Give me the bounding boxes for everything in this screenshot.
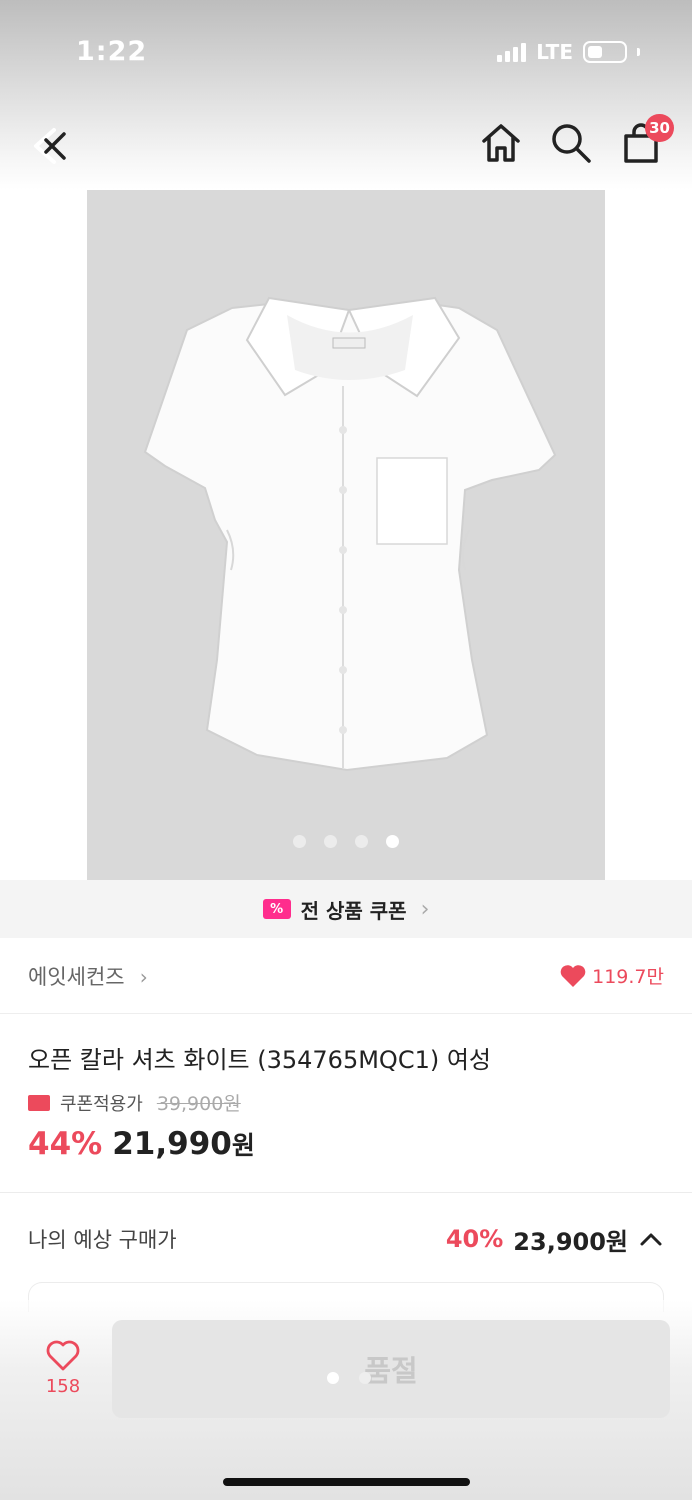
estimate-value: 40% 23,900원: [446, 1222, 664, 1257]
search-button[interactable]: [550, 122, 592, 164]
chevron-right-icon: ›: [139, 964, 148, 989]
signal-icon: [497, 42, 527, 62]
chevron-up-icon[interactable]: [638, 1226, 664, 1252]
heart-filled-icon: [560, 964, 586, 987]
back-icon: [34, 128, 66, 164]
cart-button[interactable]: 30: [620, 114, 674, 164]
discount-rate: 44%: [28, 1126, 103, 1162]
coupon-price-row: 쿠폰적용가 39,900원: [28, 1089, 668, 1116]
pagination-dot[interactable]: [355, 835, 368, 848]
sale-row: 44% 21,990원: [28, 1126, 668, 1162]
status-bar: 1:22 LTE: [0, 30, 692, 74]
nav-bar: 30: [0, 112, 692, 182]
final-price-unit: 원: [231, 1131, 255, 1160]
search-icon: [552, 124, 591, 163]
home-indicator[interactable]: [223, 1478, 470, 1486]
brand-like-button[interactable]: 119.7만: [560, 962, 664, 989]
bottom-action-bar: 158 품절: [0, 1300, 692, 1500]
divider: [0, 1192, 692, 1193]
original-price: 39,900원: [156, 1093, 241, 1115]
brand-like-count: 119.7만: [592, 966, 664, 988]
pagination-dot[interactable]: [386, 835, 399, 848]
final-price: 21,990원: [112, 1126, 255, 1162]
pagination-dot[interactable]: [293, 835, 306, 848]
heart-outline-icon: [46, 1340, 80, 1371]
battery-tip: [637, 48, 640, 56]
final-price-number: 21,990: [112, 1126, 232, 1162]
status-time: 1:22: [76, 36, 148, 67]
network-label: LTE: [536, 40, 573, 64]
soldout-button[interactable]: 품절: [112, 1320, 670, 1418]
product-info: 오픈 칼라 셔츠 화이트 (354765MQC1) 여성 쿠폰적용가 39,90…: [28, 1040, 668, 1162]
coupon-apply-label: 쿠폰적용가: [60, 1093, 143, 1115]
back-button[interactable]: [28, 124, 72, 168]
battery-icon: [583, 41, 627, 63]
loading-dots: [327, 1372, 371, 1384]
nav-actions: 30: [480, 114, 674, 164]
chevron-right-icon: ›: [420, 896, 430, 922]
product-image[interactable]: [87, 190, 605, 880]
cart-count-badge: 30: [645, 114, 674, 142]
coupon-banner-label: 전 상품 쿠폰: [300, 898, 407, 923]
estimate-price: 23,900원: [513, 1227, 628, 1256]
estimate-row[interactable]: 나의 예상 구매가 40% 23,900원: [0, 1204, 692, 1274]
wishlist-count: 158: [45, 1376, 81, 1397]
wishlist-button[interactable]: 158: [28, 1340, 98, 1410]
coupon-banner[interactable]: % 전 상품 쿠폰 ›: [0, 880, 692, 938]
coupon-icon: %: [262, 899, 291, 919]
shirt-illustration: [143, 296, 557, 772]
home-button[interactable]: [480, 122, 522, 164]
product-title: 오픈 칼라 셔츠 화이트 (354765MQC1) 여성: [28, 1046, 491, 1074]
estimate-label: 나의 예상 구매가: [28, 1228, 177, 1252]
brand-row: 에잇세컨즈 › 119.7만: [0, 938, 692, 1014]
status-indicators: LTE: [497, 40, 640, 64]
home-icon: [482, 124, 520, 162]
image-pagination[interactable]: [87, 835, 605, 848]
brand-name: 에잇세컨즈: [28, 964, 125, 989]
coupon-tag-icon: [28, 1094, 50, 1111]
pagination-dot[interactable]: [324, 835, 337, 848]
brand-link[interactable]: 에잇세컨즈 ›: [28, 961, 148, 991]
estimate-discount: 40%: [445, 1225, 504, 1253]
